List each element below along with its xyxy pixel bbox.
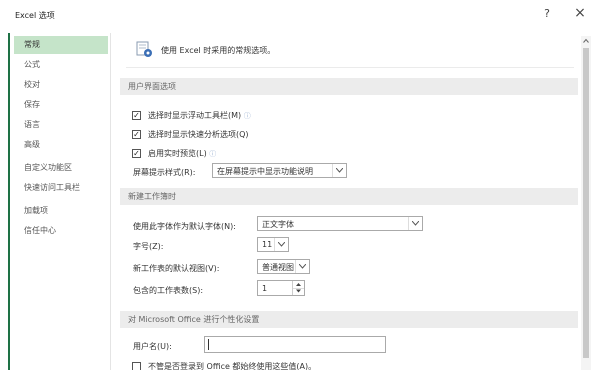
font-size-label: 字号(Z): xyxy=(133,242,164,251)
title-bar: Excel 选项 ? × xyxy=(0,0,601,30)
sidebar-item-trust-center[interactable]: 信任中心 xyxy=(14,222,108,240)
sidebar-item-add-ins[interactable]: 加载项 xyxy=(14,202,108,220)
chevron-down-icon xyxy=(274,238,288,251)
scrollbar-thumb[interactable] xyxy=(583,48,589,358)
sidebar-item-customize-ribbon[interactable]: 自定义功能区 xyxy=(14,159,108,177)
text-caret xyxy=(208,339,209,350)
sidebar-item-formulas[interactable]: 公式 xyxy=(14,56,108,74)
sheet-count-label: 包含的工作表数(S): xyxy=(133,286,204,295)
intro-separator xyxy=(126,67,574,68)
general-options-panel: 使用 Excel 时采用的常规选项。 用户界面选项 ✓ 选择时显示浮动工具栏(M… xyxy=(118,33,580,370)
username-input[interactable] xyxy=(204,336,386,353)
default-font-select[interactable]: 正文字体 xyxy=(257,216,423,231)
default-view-select[interactable]: 普通视图 xyxy=(257,259,310,274)
checkbox-quick-analysis[interactable]: ✓ xyxy=(132,130,141,139)
checkbox-mini-toolbar-label: 选择时显示浮动工具栏(M) ⓘ xyxy=(148,111,251,120)
font-size-select[interactable]: 11 xyxy=(257,237,289,252)
section-header-ui-options: 用户界面选项 xyxy=(120,78,578,95)
stepper-buttons xyxy=(292,281,304,295)
decrement-button[interactable] xyxy=(293,288,304,295)
sidebar-item-save[interactable]: 保存 xyxy=(14,96,108,114)
scroll-up-icon[interactable] xyxy=(581,36,591,46)
close-button[interactable]: × xyxy=(573,5,587,21)
sheet-count-value: 1 xyxy=(262,284,268,293)
checkbox-live-preview[interactable]: ✓ xyxy=(132,149,141,158)
info-icon: ⓘ xyxy=(209,150,217,158)
default-view-value: 普通视图 xyxy=(262,263,294,272)
help-button[interactable]: ? xyxy=(541,7,553,20)
default-view-label: 新工作表的默认视图(V): xyxy=(133,264,220,273)
chevron-down-icon xyxy=(332,164,346,177)
sidebar-divider xyxy=(110,33,111,370)
sidebar: 常规 公式 校对 保存 语言 高级 自定义功能区 快速访问工具栏 加载项 信任中… xyxy=(10,33,109,370)
general-options-icon xyxy=(136,41,153,59)
sidebar-item-advanced[interactable]: 高级 xyxy=(14,136,108,154)
section-header-new-workbook: 新建工作簿时 xyxy=(120,188,578,205)
sidebar-item-general[interactable]: 常规 xyxy=(14,36,108,54)
font-size-value: 11 xyxy=(262,240,273,249)
checkbox-live-preview-label: 启用实时预览(L) ⓘ xyxy=(148,149,217,158)
sheet-count-stepper[interactable]: 1 xyxy=(257,280,305,296)
section-header-personalize: 对 Microsoft Office 进行个性化设置 xyxy=(120,311,578,328)
sidebar-item-quick-access-toolbar[interactable]: 快速访问工具栏 xyxy=(14,179,108,197)
checkbox-always-use-values-label: 不管是否登录到 Office 都始终使用这些值(A)。 xyxy=(148,362,317,370)
intro-text: 使用 Excel 时采用的常规选项。 xyxy=(161,46,276,55)
checkbox-quick-analysis-label: 选择时显示快速分析选项(Q) xyxy=(148,130,249,139)
screentip-style-value: 在屏幕提示中显示功能说明 xyxy=(217,167,313,176)
sidebar-item-language[interactable]: 语言 xyxy=(14,116,108,134)
checkbox-mini-toolbar[interactable]: ✓ xyxy=(132,111,141,120)
info-icon: ⓘ xyxy=(243,112,251,120)
default-font-value: 正文字体 xyxy=(262,220,294,229)
default-font-label: 使用此字体作为默认字体(N): xyxy=(133,222,236,231)
chevron-down-icon xyxy=(408,217,422,230)
chevron-down-icon xyxy=(295,260,309,273)
checkbox-always-use-values[interactable] xyxy=(132,362,141,370)
screentip-style-label: 屏幕提示样式(R): xyxy=(133,168,196,177)
sidebar-item-proofing[interactable]: 校对 xyxy=(14,76,108,94)
username-label: 用户名(U): xyxy=(133,342,172,351)
vertical-scrollbar[interactable] xyxy=(581,36,591,370)
window-title: Excel 选项 xyxy=(15,11,55,20)
screentip-style-select[interactable]: 在屏幕提示中显示功能说明 xyxy=(212,163,347,178)
